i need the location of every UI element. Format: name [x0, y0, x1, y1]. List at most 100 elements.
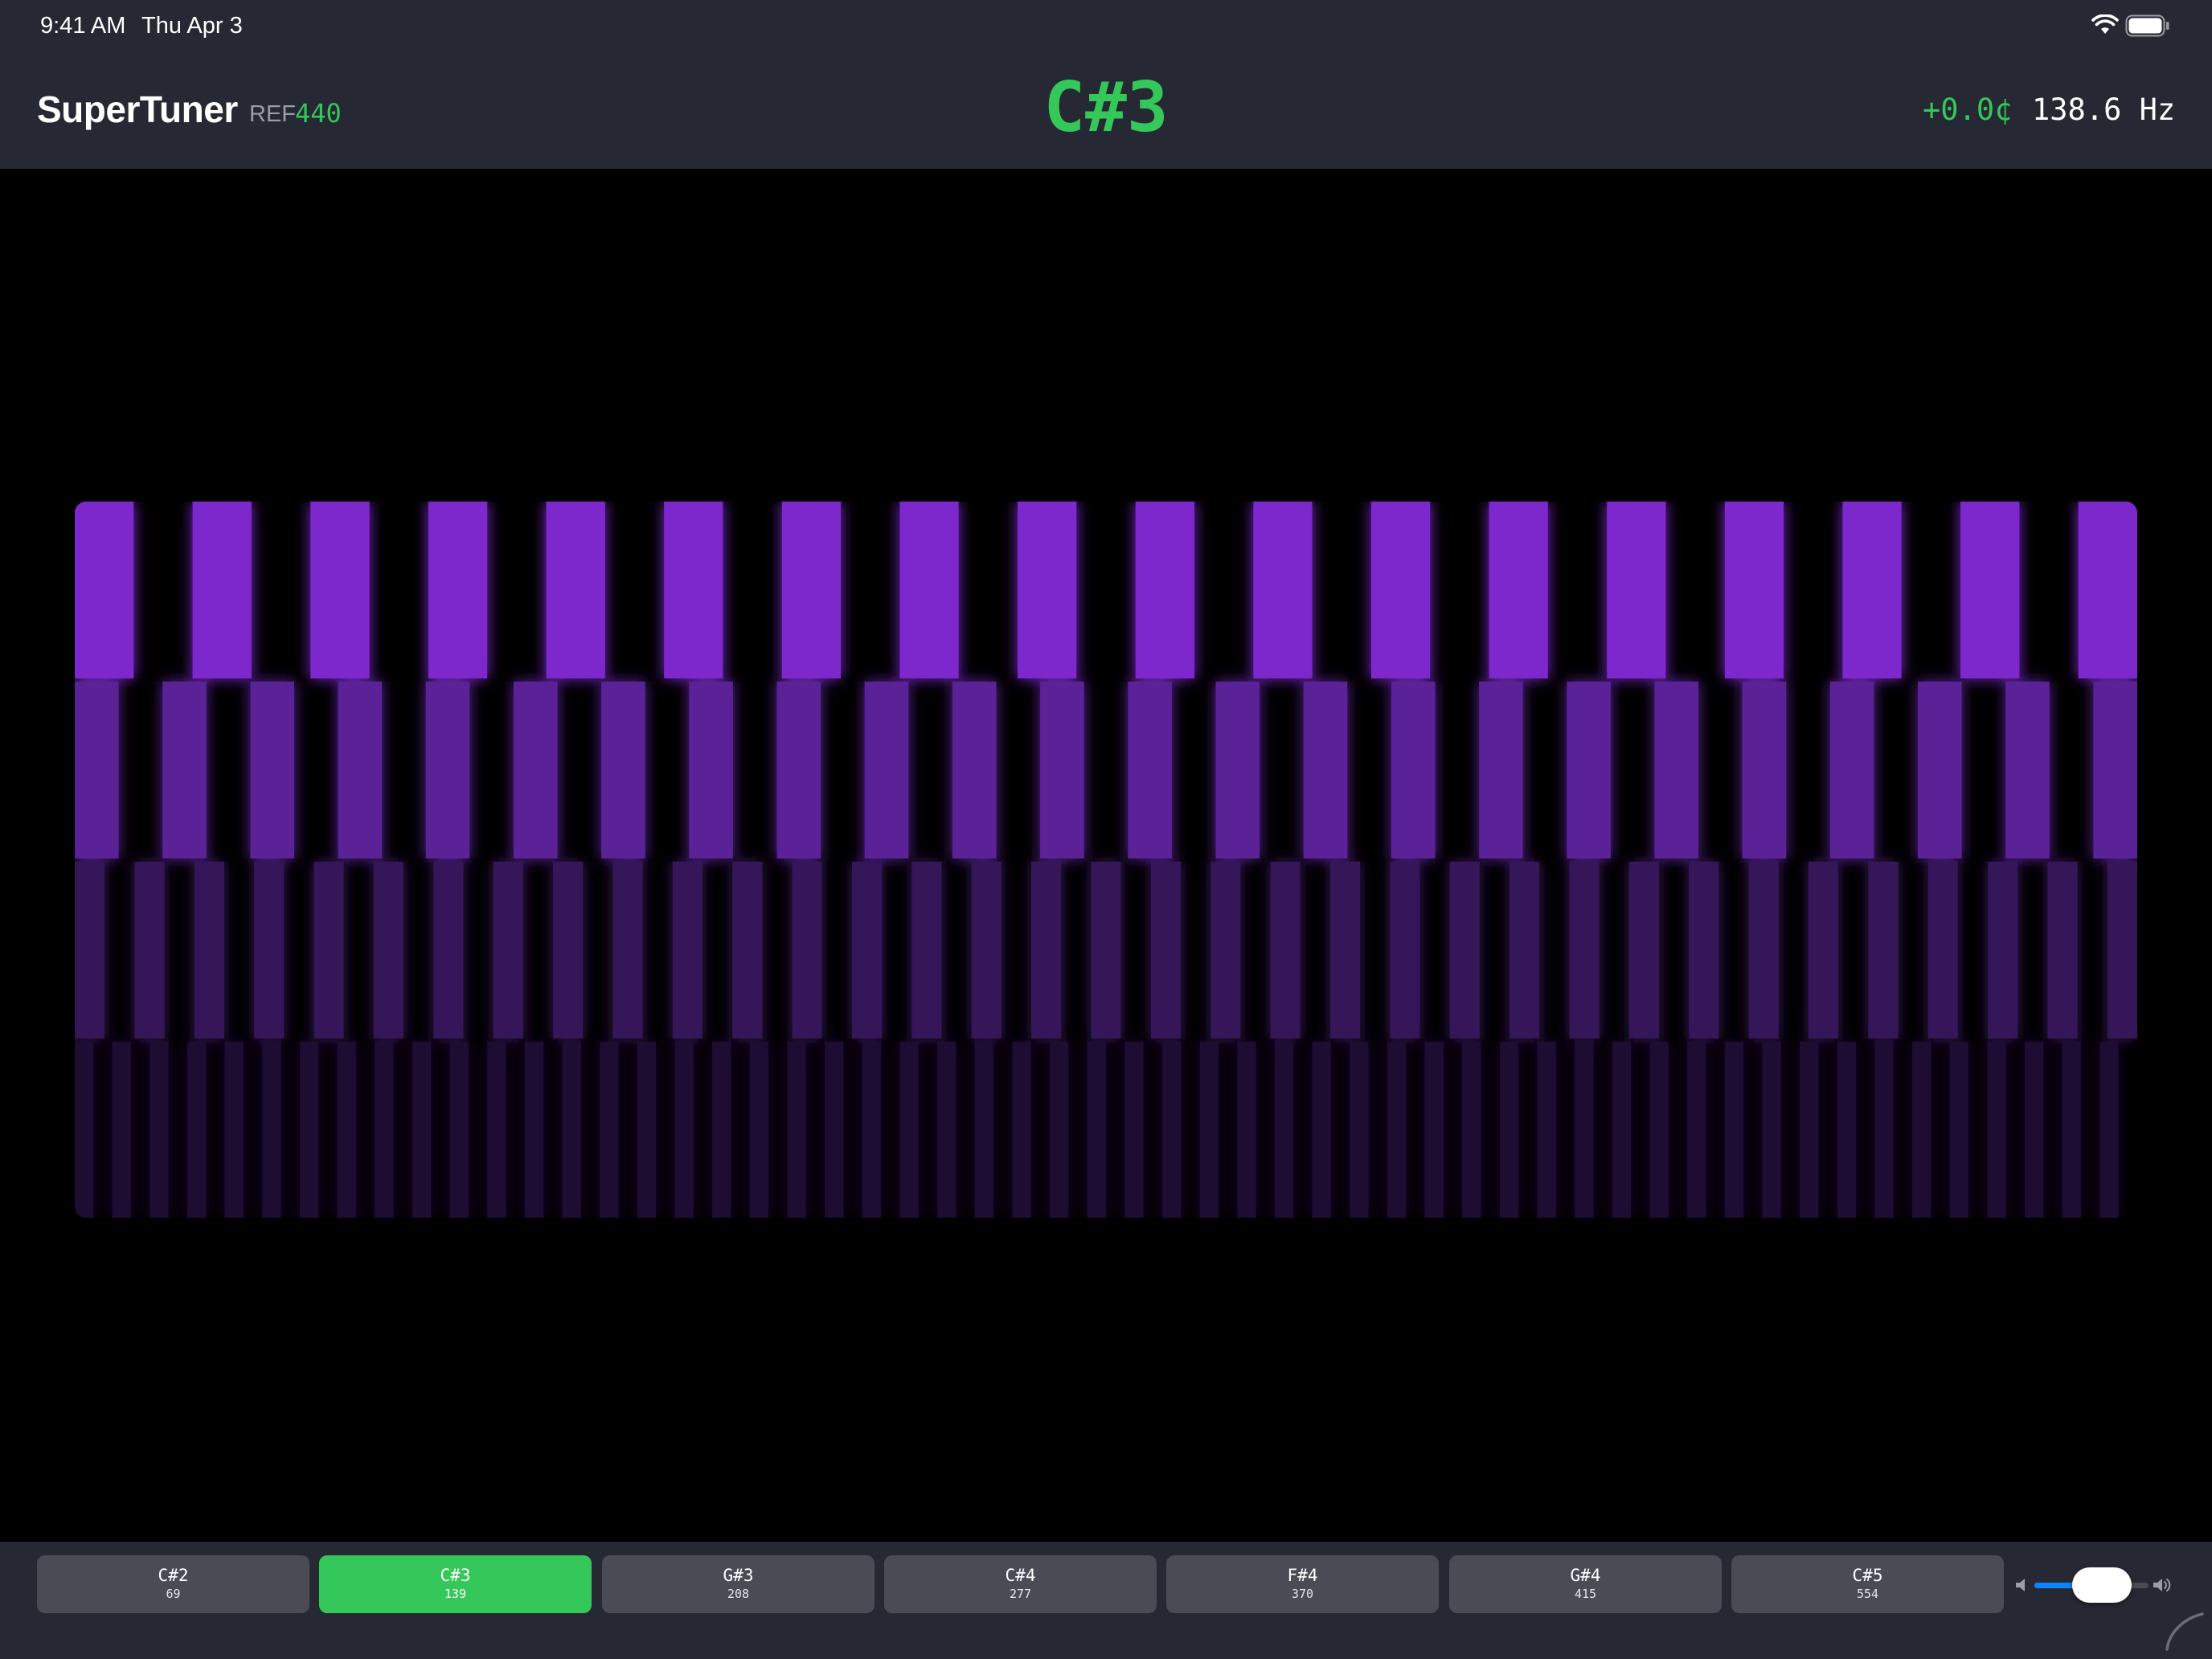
strobe-bar	[299, 1042, 319, 1218]
strobe-bar	[664, 502, 723, 678]
strobe-bar	[1162, 1042, 1182, 1218]
strobe-bar	[1199, 1042, 1219, 1218]
note-button[interactable]: F#4 370	[1166, 1555, 1439, 1613]
strobe-bar	[262, 1042, 281, 1218]
strobe-bar	[1031, 862, 1062, 1038]
strobe-bar	[1649, 1042, 1669, 1218]
note-button[interactable]: C#5 554	[1731, 1555, 2004, 1613]
strobe-bar	[776, 682, 821, 858]
strobe-bar	[1462, 1042, 1481, 1218]
strobe-bar	[952, 682, 997, 858]
strobe-bar	[373, 862, 404, 1038]
note-button-frequency: 277	[1009, 1587, 1032, 1601]
strobe-bar	[1274, 1042, 1294, 1218]
strobe-bar	[1391, 682, 1436, 858]
strobe-bar	[1387, 1042, 1407, 1218]
strobe-bar	[192, 502, 252, 678]
strobe-bar	[250, 682, 294, 858]
strobe-bar	[1128, 682, 1172, 858]
strobe-bar	[1424, 1042, 1444, 1218]
strobe-bar	[1628, 862, 1659, 1038]
note-button-frequency: 370	[1291, 1587, 1314, 1601]
note-button-label: C#5	[1852, 1566, 1883, 1585]
strobe-bar	[1842, 502, 1902, 678]
top-bar: 9:41 AM Thu Apr 3 SuperTuner REF 440 C#3…	[0, 0, 2212, 169]
strobe-bar	[1927, 862, 1958, 1038]
strobe-bar	[851, 862, 883, 1038]
detected-note: C#3	[1043, 68, 1169, 148]
strobe-bar	[1742, 682, 1787, 858]
strobe-bar	[672, 862, 703, 1038]
strobe-bar	[787, 1042, 806, 1218]
battery-icon	[2125, 14, 2169, 37]
strobe-bar	[375, 1042, 394, 1218]
note-button[interactable]: C#3 139	[319, 1555, 592, 1613]
ref-pitch-value[interactable]: 440	[295, 99, 342, 128]
strobe-bar	[1808, 862, 1839, 1038]
strobe-bar	[2062, 1042, 2081, 1218]
note-button[interactable]: G#3 208	[602, 1555, 875, 1613]
strobe-bar	[674, 1042, 694, 1218]
status-date: Thu Apr 3	[141, 13, 243, 39]
strobe-bar	[1689, 862, 1719, 1038]
note-button[interactable]: C#2 69	[37, 1555, 309, 1613]
strobe-bar	[112, 1042, 131, 1218]
strobe-bar	[412, 1042, 432, 1218]
strobe-bar	[1312, 1042, 1331, 1218]
strobe-bar	[428, 502, 488, 678]
strobe-bar	[487, 1042, 506, 1218]
note-button-label: G#3	[723, 1566, 754, 1585]
strobe-bar	[971, 862, 1002, 1038]
strobe-bar	[2025, 1042, 2044, 1218]
strobe-bar	[1537, 1042, 1556, 1218]
strobe-bar	[862, 1042, 881, 1218]
strobe-bar	[1237, 1042, 1256, 1218]
note-button-frequency: 554	[1856, 1587, 1879, 1601]
strobe-bar	[1253, 502, 1313, 678]
strobe-bar	[187, 1042, 207, 1218]
strobe-bar	[601, 682, 645, 858]
strobe-bar	[2005, 682, 2050, 858]
note-button[interactable]: G#4 415	[1449, 1555, 1722, 1613]
frequency-readout: 138.6 Hz	[2032, 92, 2176, 127]
strobe-bar	[75, 502, 134, 678]
strobe-bar	[514, 682, 558, 858]
strobe-bar	[1837, 1042, 1857, 1218]
strobe-bar	[1091, 862, 1121, 1038]
note-button-frequency: 415	[1574, 1587, 1597, 1601]
strobe-bar	[224, 1042, 244, 1218]
strobe-visualizer	[75, 502, 2137, 1218]
strobe-bar	[493, 862, 523, 1038]
strobe-bar	[600, 1042, 619, 1218]
strobe-bar	[612, 862, 643, 1038]
strobe-bar	[433, 862, 464, 1038]
strobe-bar	[899, 1042, 919, 1218]
strobe-bar	[75, 682, 119, 858]
note-button-label: G#4	[1570, 1566, 1601, 1585]
strobe-bar	[1040, 682, 1084, 858]
strobe-bar	[1762, 1042, 1781, 1218]
strobe-bar	[1987, 1042, 2006, 1218]
strobe-bar	[2093, 682, 2137, 858]
tuner-app: 9:41 AM Thu Apr 3 SuperTuner REF 440 C#3…	[0, 0, 2212, 1659]
strobe-bar	[899, 502, 959, 678]
strobe-bar	[1912, 1042, 1931, 1218]
volume-slider[interactable]	[2034, 1567, 2149, 1603]
strobe-bar	[1489, 502, 1548, 678]
strobe-bar	[1654, 682, 1698, 858]
strobe-bar	[338, 682, 383, 858]
note-button-label: C#2	[158, 1566, 189, 1585]
strobe-bar	[1050, 1042, 1069, 1218]
strobe-bar	[1012, 1042, 1031, 1218]
strobe-bar	[546, 502, 605, 678]
strobe-bar	[712, 1042, 731, 1218]
strobe-bar	[864, 682, 909, 858]
strobe-bar	[1135, 502, 1194, 678]
note-button[interactable]: C#4 277	[884, 1555, 1157, 1613]
strobe-bar	[1988, 862, 2018, 1038]
note-button-label: C#3	[440, 1566, 471, 1585]
strobe-bar	[1350, 1042, 1369, 1218]
resize-handle-icon[interactable]	[2164, 1611, 2206, 1653]
strobe-bar	[1829, 682, 1874, 858]
volume-thumb[interactable]	[2071, 1567, 2132, 1603]
